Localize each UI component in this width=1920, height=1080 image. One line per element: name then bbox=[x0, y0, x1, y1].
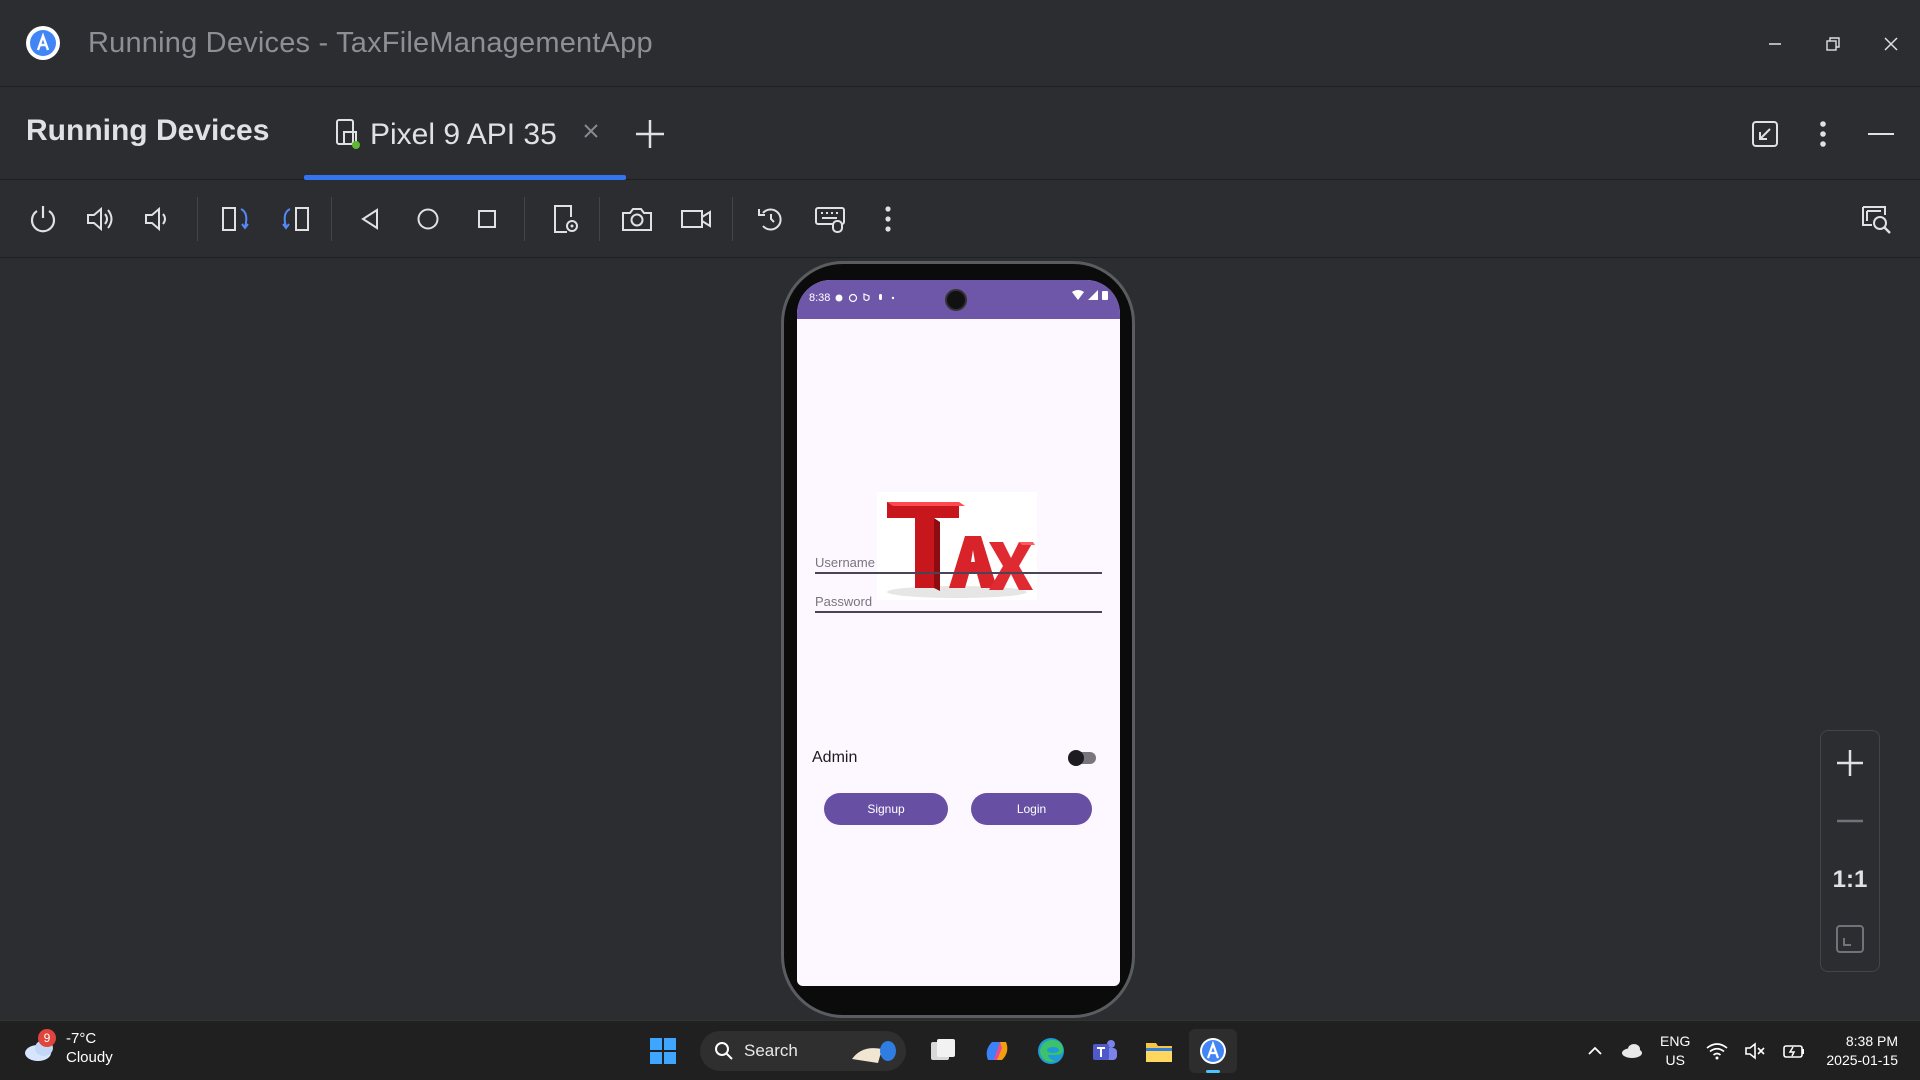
battery-tray-icon[interactable] bbox=[1782, 1042, 1806, 1060]
tool-window-header: Running Devices Pixel 9 API 35 bbox=[0, 88, 1920, 180]
show-hidden-icons-chevron-up-icon[interactable] bbox=[1586, 1042, 1604, 1060]
zoom-in-button[interactable] bbox=[1821, 735, 1879, 791]
wifi-icon bbox=[1072, 290, 1084, 300]
signal-icon bbox=[1088, 290, 1098, 300]
password-input[interactable] bbox=[815, 581, 1102, 611]
lang-bottom: US bbox=[1665, 1052, 1685, 1068]
toolbar-separator bbox=[197, 197, 198, 241]
weather-widget[interactable]: 9 -7°C Cloudy bbox=[22, 1029, 113, 1067]
status-bar: 8:38 bbox=[797, 280, 1120, 319]
weather-badge: 9 bbox=[38, 1029, 56, 1047]
onedrive-icon[interactable] bbox=[1620, 1042, 1644, 1060]
start-button[interactable] bbox=[639, 1029, 687, 1073]
home-button[interactable] bbox=[402, 193, 454, 245]
notification-icons bbox=[835, 293, 895, 303]
password-field[interactable] bbox=[815, 581, 1102, 613]
teams-icon[interactable] bbox=[1081, 1029, 1129, 1073]
zoom-out-button[interactable] bbox=[1821, 793, 1879, 849]
weather-condition: Cloudy bbox=[66, 1049, 113, 1066]
screenshot-button[interactable] bbox=[611, 193, 663, 245]
clock-date: 2025-01-15 bbox=[1826, 1052, 1898, 1068]
android-studio-taskbar-icon[interactable] bbox=[1189, 1029, 1237, 1073]
volume-muted-icon[interactable] bbox=[1744, 1042, 1766, 1060]
android-studio-logo-icon bbox=[26, 26, 60, 60]
status-icons bbox=[1072, 290, 1108, 300]
volume-up-button[interactable] bbox=[75, 193, 127, 245]
search-label: Search bbox=[744, 1041, 798, 1060]
search-icon bbox=[715, 1042, 733, 1060]
screen-record-button[interactable] bbox=[670, 193, 722, 245]
admin-switch-knob bbox=[1068, 750, 1084, 766]
more-options-icon[interactable] bbox=[1794, 105, 1852, 163]
device-toolbar bbox=[0, 181, 1920, 258]
zoom-actual-size-button[interactable]: 1:1 bbox=[1821, 852, 1879, 908]
minimize-button[interactable] bbox=[1746, 15, 1804, 73]
rotate-right-button[interactable] bbox=[269, 193, 321, 245]
tool-window-title: Running Devices bbox=[26, 114, 270, 147]
toolbar-more-icon[interactable] bbox=[862, 193, 914, 245]
add-device-button[interactable] bbox=[632, 116, 668, 157]
emulator-screen[interactable]: 8:38 Admin bbox=[797, 280, 1120, 986]
system-clock[interactable]: 8:38 PM 2025-01-15 bbox=[1826, 1032, 1898, 1070]
search-highlight-icon bbox=[852, 1041, 896, 1063]
snapshots-button[interactable] bbox=[745, 193, 797, 245]
camera-cutout bbox=[945, 289, 967, 311]
back-button[interactable] bbox=[344, 193, 396, 245]
login-button[interactable]: Login bbox=[971, 793, 1092, 825]
tab-device[interactable]: Pixel 9 API 35 bbox=[304, 88, 626, 180]
file-explorer-icon[interactable] bbox=[1135, 1029, 1183, 1073]
toolbar-separator bbox=[732, 197, 733, 241]
window-title-bar: Running Devices - TaxFileManagementApp bbox=[0, 0, 1920, 87]
rotate-left-button[interactable] bbox=[210, 193, 262, 245]
status-time: 8:38 bbox=[809, 292, 831, 304]
username-input[interactable] bbox=[815, 542, 1102, 572]
hide-panel-button[interactable] bbox=[1852, 105, 1910, 163]
copilot-icon[interactable] bbox=[973, 1029, 1021, 1073]
active-tab-indicator bbox=[304, 175, 626, 180]
restore-button[interactable] bbox=[1804, 15, 1862, 73]
weather-temperature: -7°C bbox=[66, 1030, 97, 1047]
lang-top: ENG bbox=[1660, 1033, 1691, 1049]
edge-browser-icon[interactable] bbox=[1027, 1029, 1075, 1073]
signup-button[interactable]: Signup bbox=[824, 793, 948, 825]
volume-down-button[interactable] bbox=[132, 193, 184, 245]
cloud-icon: 9 bbox=[22, 1029, 58, 1063]
zoom-panel: 1:1 bbox=[1820, 730, 1880, 972]
toolbar-separator bbox=[599, 197, 600, 241]
power-button[interactable] bbox=[17, 193, 69, 245]
task-view-icon[interactable] bbox=[919, 1029, 967, 1073]
close-window-button[interactable] bbox=[1862, 15, 1920, 73]
admin-switch[interactable] bbox=[1068, 750, 1096, 766]
layout-inspector-button[interactable] bbox=[1850, 193, 1902, 245]
device-settings-button[interactable] bbox=[539, 193, 591, 245]
taskbar-search[interactable]: Search bbox=[700, 1031, 906, 1071]
admin-label: Admin bbox=[812, 749, 858, 766]
window-title: Running Devices - TaxFileManagementApp bbox=[88, 26, 653, 59]
active-app-indicator bbox=[1206, 1070, 1220, 1073]
clock-time: 8:38 PM bbox=[1845, 1033, 1898, 1049]
wifi-tray-icon[interactable] bbox=[1706, 1042, 1728, 1060]
username-field[interactable] bbox=[815, 542, 1102, 574]
restore-window-button[interactable] bbox=[1736, 105, 1794, 163]
battery-icon bbox=[1102, 291, 1108, 300]
overview-button[interactable] bbox=[461, 193, 513, 245]
zoom-fit-button[interactable] bbox=[1821, 911, 1879, 967]
toolbar-separator bbox=[524, 197, 525, 241]
toolbar-separator bbox=[331, 197, 332, 241]
keyboard-input-button[interactable] bbox=[804, 193, 856, 245]
close-tab-icon[interactable] bbox=[580, 120, 602, 147]
input-language[interactable]: ENG US bbox=[1660, 1032, 1690, 1070]
tab-label: Pixel 9 API 35 bbox=[370, 118, 557, 151]
taskbar: 9 -7°C Cloudy Search ENG US 8:38 PM 2025… bbox=[0, 1020, 1920, 1080]
device-icon bbox=[334, 118, 362, 155]
